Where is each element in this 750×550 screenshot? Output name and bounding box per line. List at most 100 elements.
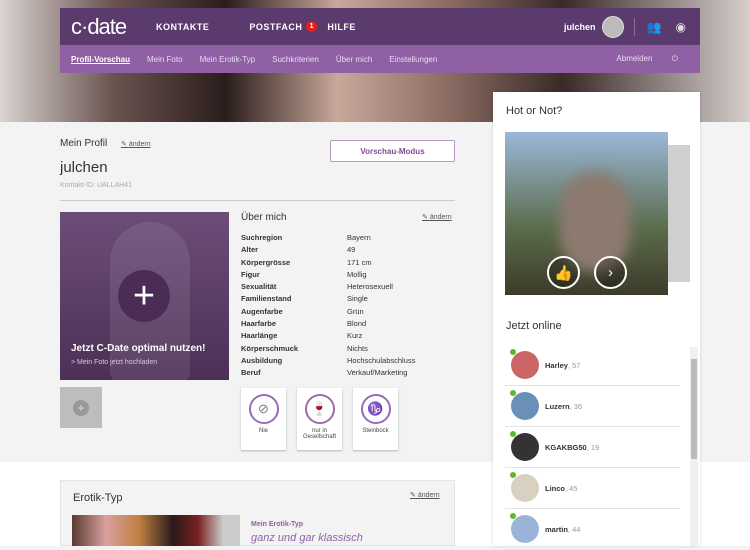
user-name: Linco — [545, 483, 565, 493]
user-avatar[interactable] — [511, 351, 539, 379]
about-value: 49 — [347, 245, 356, 255]
about-key: Augenfarbe — [241, 306, 283, 316]
user-avatar[interactable] — [511, 474, 539, 502]
about-row: Körperschmuck Nichts — [241, 343, 415, 355]
card-label: nur in Gesellschaft — [302, 428, 336, 440]
user-name: KGAKBG50 — [545, 442, 587, 452]
user-avatar[interactable] — [511, 515, 539, 543]
about-key: Familienstand — [241, 294, 292, 304]
online-status-dot — [510, 390, 516, 396]
about-value: Single — [347, 294, 368, 304]
user-age: , 57 — [567, 360, 581, 370]
about-key: Sexualität — [241, 282, 277, 292]
about-value: Mollig — [347, 269, 367, 279]
about-row: Alter 49 — [241, 244, 415, 256]
about-value: 171 cm — [347, 257, 372, 267]
subnav-suchkriterien[interactable]: Suchkriterien — [272, 55, 319, 64]
subnav-ueber-mich[interactable]: Über mich — [336, 55, 372, 64]
profile-edit-link[interactable]: ✎ ändern — [121, 140, 151, 148]
erotik-label: Mein Erotik-Typ — [251, 521, 303, 528]
user-age: , 45 — [565, 483, 578, 493]
user-age: , 36 — [569, 401, 583, 411]
subnav-einstellungen[interactable]: Einstellungen — [389, 55, 437, 64]
subnav-mein-foto[interactable]: Mein Foto — [147, 55, 183, 64]
glass-icon: 🍷 — [304, 394, 335, 424]
online-user[interactable]: Harley, 57 — [505, 345, 680, 386]
nav-hilfe[interactable]: HILFE — [327, 22, 356, 32]
top-navbar: c·date KONTAKTE POSTFACH 1 HILFE julchen … — [60, 8, 700, 45]
online-user[interactable]: Linco, 45 — [505, 468, 680, 509]
profile-name: julchen — [60, 159, 108, 176]
divider — [60, 200, 455, 201]
eye-icon[interactable]: ◉ — [676, 20, 686, 34]
about-edit-link[interactable]: ✎ ändern — [422, 213, 452, 221]
about-value: Verkauf/Marketing — [347, 368, 408, 378]
subnav-erotik-typ[interactable]: Mein Erotik-Typ — [200, 55, 256, 64]
user-age: , 44 — [567, 524, 581, 534]
contacts-icon[interactable]: 👥 — [647, 20, 662, 34]
username[interactable]: julchen — [564, 22, 596, 32]
capricorn-icon: ♑ — [360, 394, 391, 424]
edit-label: ändern — [429, 214, 452, 221]
about-key: Körperschmuck — [241, 343, 299, 353]
online-user[interactable]: Luzern, 36 — [505, 386, 680, 427]
user-name: martin — [545, 524, 568, 534]
upload-photo-link[interactable]: > Mein Foto jetzt hochladen — [71, 359, 157, 366]
about-key: Haarfarbe — [241, 319, 277, 329]
online-user[interactable]: KGAKBG50, 19 — [505, 427, 680, 468]
plus-icon[interactable]: + — [118, 270, 170, 322]
about-row: Haarlänge Kurz — [241, 330, 415, 342]
about-key: Beruf — [241, 368, 261, 378]
user-avatar[interactable] — [511, 392, 539, 420]
about-row: Augenfarbe Grün — [241, 306, 415, 318]
online-status-dot — [510, 349, 516, 355]
add-photo-thumb[interactable]: + — [60, 387, 102, 428]
scrollbar[interactable] — [690, 347, 698, 546]
about-value: Kurz — [347, 331, 363, 341]
contact-id: Kontakt-ID: UALLAH41 — [60, 182, 132, 189]
online-list: Harley, 57 Luzern, 36 KGAKBG50, 19 Linco, 4… — [505, 345, 680, 550]
about-row: Haarfarbe Blond — [241, 318, 415, 330]
logout-button[interactable]: Abmelden ⏻ — [605, 54, 684, 64]
about-key: Figur — [241, 269, 260, 279]
about-key: Körpergrösse — [241, 257, 291, 267]
about-value: Bayern — [347, 233, 371, 242]
about-key: Ausbildung — [241, 355, 283, 365]
subnav-profil-vorschau[interactable]: Profil-Vorschau — [71, 55, 130, 64]
nav-kontakte[interactable]: KONTAKTE — [156, 22, 209, 32]
card-label: Steinbock — [362, 428, 389, 434]
about-value: Grün — [347, 306, 364, 316]
user-avatar[interactable] — [601, 15, 624, 38]
online-status-dot — [510, 513, 516, 519]
no-smoking-icon: ⊘ — [248, 394, 279, 424]
card-drinking: 🍷 nur in Gesellschaft — [297, 388, 342, 450]
online-status-dot — [510, 472, 516, 478]
about-row: Suchregion Bayern — [241, 232, 415, 244]
nav-postfach[interactable]: POSTFACH 1 — [249, 21, 318, 32]
power-icon: ⏻ — [671, 54, 678, 63]
scrollbar-thumb[interactable] — [691, 359, 697, 459]
next-button[interactable]: › — [594, 256, 627, 289]
about-table: Suchregion Bayern Alter 49 Körpergrösse 171 c… — [241, 232, 415, 380]
preview-mode-button[interactable]: Vorschau-Modus — [330, 140, 455, 162]
about-value: Blond — [347, 319, 367, 329]
upload-photo-box[interactable]: + Jetzt C-Date optimal nutzen! > Mein Fo… — [60, 212, 229, 380]
edit-label: ändern — [128, 141, 151, 148]
thumbs-up-button[interactable]: 👍 — [547, 256, 580, 289]
card-zodiac: ♑ Steinbock — [353, 388, 398, 450]
plus-icon: + — [73, 399, 89, 416]
sub-navbar: Profil-Vorschau Mein Foto Mein Erotik-Ty… — [60, 45, 700, 73]
about-title: Über mich — [241, 212, 287, 223]
logo[interactable]: c·date — [71, 14, 156, 40]
logout-label: Abmelden — [616, 54, 653, 63]
erotik-edit-link[interactable]: ✎ ändern — [410, 491, 440, 499]
user-name: Harley — [545, 360, 568, 370]
user-age: , 19 — [586, 442, 600, 452]
mail-badge: 1 — [306, 21, 318, 32]
user-avatar[interactable] — [511, 433, 539, 461]
photo-cta-title: Jetzt C-Date optimal nutzen! — [71, 343, 206, 354]
erotik-value: ganz und gar klassisch — [251, 532, 363, 544]
online-user[interactable]: martin, 44 — [505, 509, 680, 550]
about-row: Beruf Verkauf/Marketing — [241, 367, 415, 379]
hot-or-not-photo: 👍 › — [505, 132, 668, 295]
